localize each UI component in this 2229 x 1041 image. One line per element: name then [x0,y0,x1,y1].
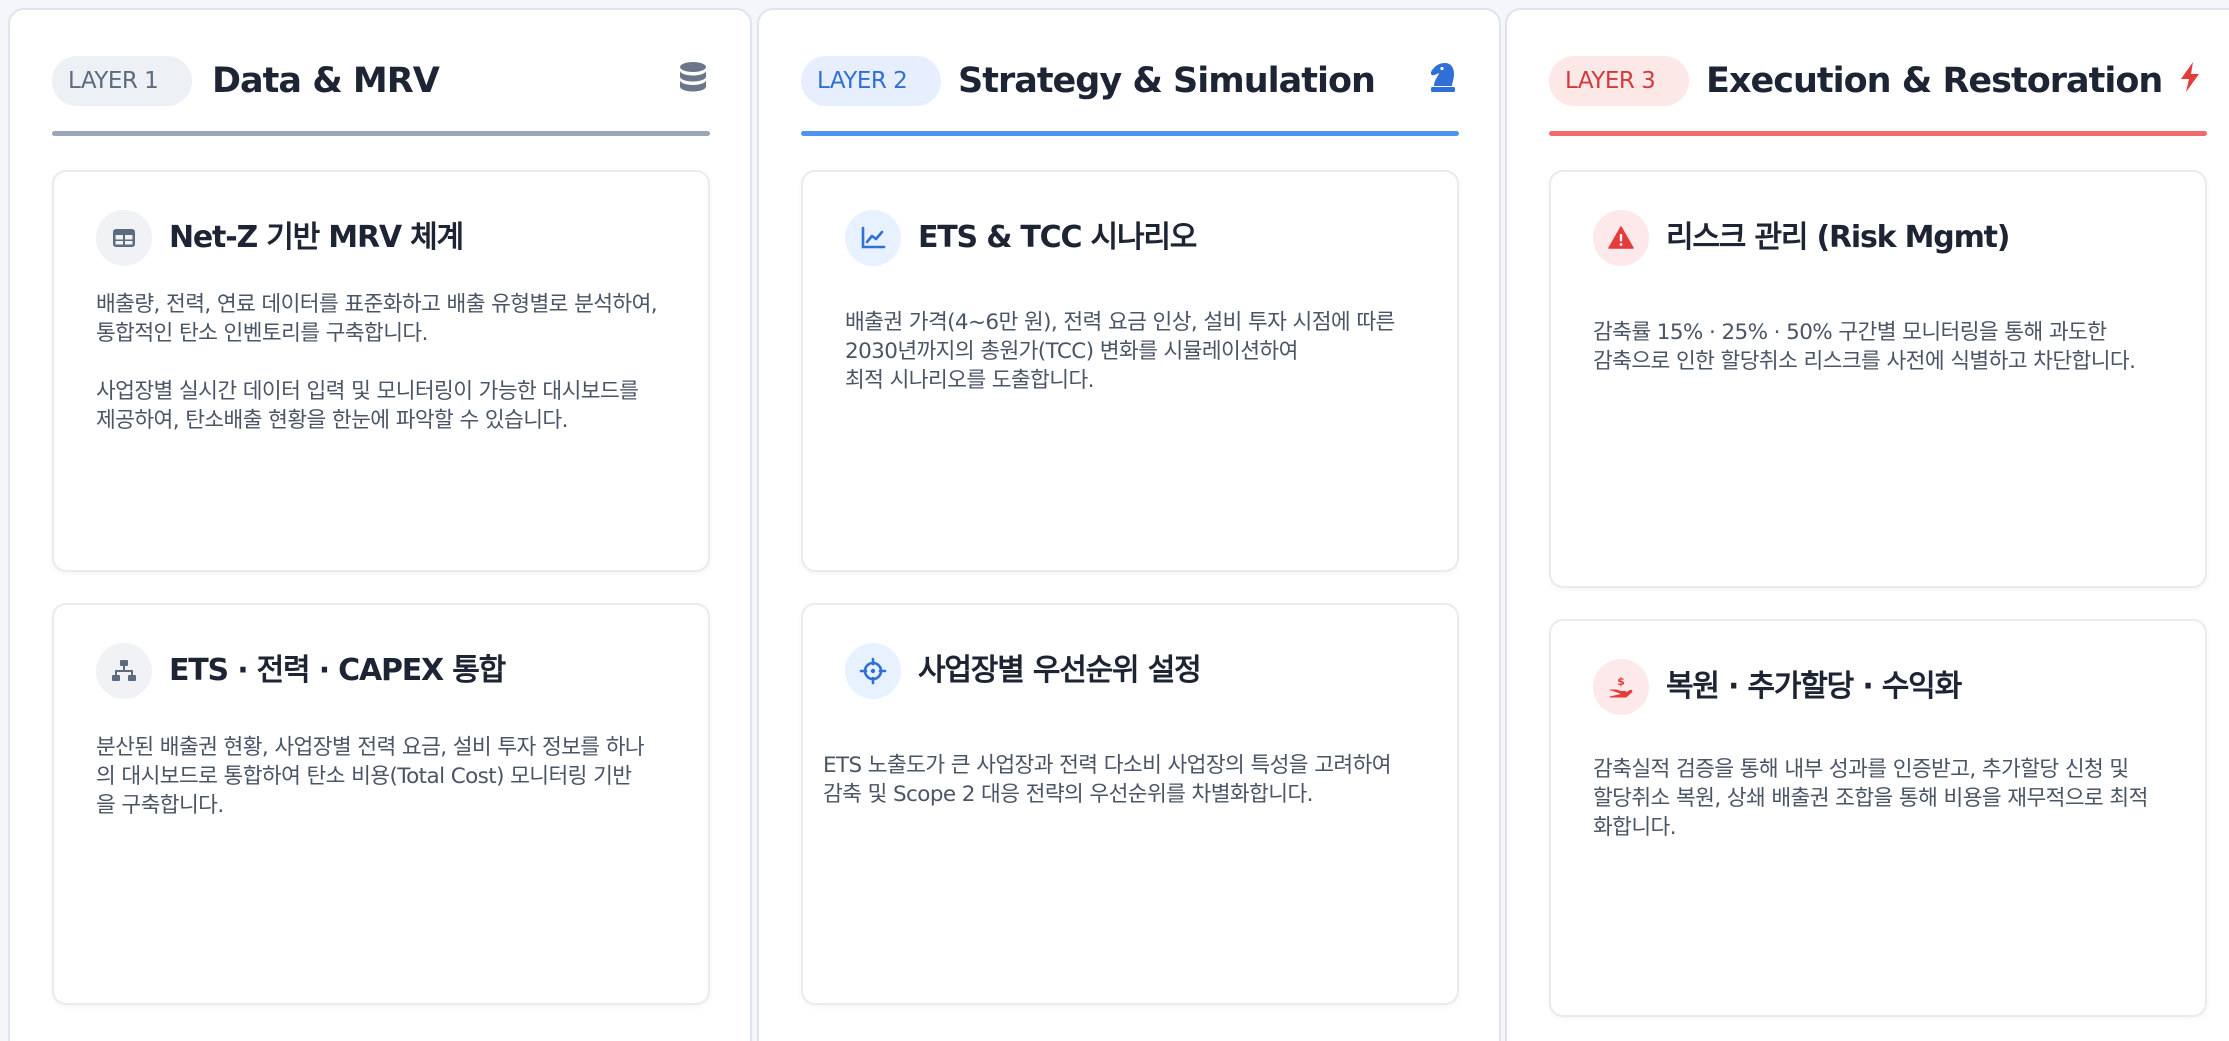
card-description: ETS 노출도가 큰 사업장과 전력 다소비 사업장의 특성을 고려하여 감축 … [823,751,1443,809]
chess-knight-icon [1425,60,1459,94]
card-site-priority[interactable]: 사업장별 우선순위 설정 ETS 노출도가 큰 사업장과 전력 다소비 사업장의… [801,603,1459,1005]
card-title: ETS & TCC 시나리오 [918,220,1197,255]
description-paragraph: 사업장별 실시간 데이터 입력 및 모니터링이 가능한 대시보드를 제공하여, … [96,379,639,433]
card-header: 사업장별 우선순위 설정 [845,643,1437,701]
header-divider [52,131,710,136]
header-divider [1549,131,2207,136]
bolt-icon [2173,60,2207,94]
layer-title: Data & MRV [212,61,440,101]
card-ets-power-capex[interactable]: ETS · 전력 · CAPEX 통합 분산된 배출권 현황, 사업장별 전력 … [52,603,710,1005]
description-paragraph: 감축실적 검증을 통해 내부 성과를 인증받고, 추가할당 신청 및 할당취소 … [1593,757,2148,840]
table-icon [96,210,152,266]
card-description: 감축실적 검증을 통해 내부 성과를 인증받고, 추가할당 신청 및 할당취소 … [1593,755,2191,842]
card-restoration-monetization[interactable]: $ 복원 · 추가할당 · 수익화 감축실적 검증을 통해 내부 성과를 인증받… [1549,619,2207,1017]
card-header: ETS & TCC 시나리오 [845,210,1437,268]
layer-3-header: LAYER 3 Execution & Restoration [1549,50,2207,136]
layer-1-header: LAYER 1 Data & MRV [52,50,710,136]
layer-title: Execution & Restoration [1706,61,2163,101]
card-risk-management[interactable]: 리스크 관리 (Risk Mgmt) 감축률 15% · 25% · 50% 구… [1549,170,2207,588]
card-header: ETS · 전력 · CAPEX 통합 [96,643,688,701]
card-title: 사업장별 우선순위 설정 [918,653,1202,688]
card-ets-tcc-scenario[interactable]: ETS & TCC 시나리오 배출권 가격(4~6만 원), 전력 요금 인상,… [801,170,1459,572]
layer-1-column: LAYER 1 Data & MRV Net-Z 기반 MRV 체계 배출량, … [8,8,752,1041]
database-icon [676,60,710,94]
description-paragraph: 감축률 15% · 25% · 50% 구간별 모니터링을 통해 과도한 감축으… [1593,320,2136,374]
layer-badge: LAYER 1 [52,56,193,106]
layer-title: Strategy & Simulation [958,61,1376,101]
card-description: 분산된 배출권 현황, 사업장별 전력 요금, 설비 투자 정보를 하나 의 대… [96,733,694,820]
layer-2-column: LAYER 2 Strategy & Simulation ETS & TCC … [757,8,1501,1041]
card-title: Net-Z 기반 MRV 체계 [169,220,464,255]
card-description: 배출권 가격(4~6만 원), 전력 요금 인상, 설비 투자 시점에 따른 2… [845,308,1443,395]
layer-2-header: LAYER 2 Strategy & Simulation [801,50,1459,136]
card-header: 리스크 관리 (Risk Mgmt) [1593,210,2185,268]
card-description: 배출량, 전력, 연료 데이터를 표준화하고 배출 유형별로 분석하여, 통합적… [96,290,694,435]
card-description: 감축률 15% · 25% · 50% 구간별 모니터링을 통해 과도한 감축으… [1593,318,2191,376]
card-header: $ 복원 · 추가할당 · 수익화 [1593,659,2185,717]
description-paragraph: 배출량, 전력, 연료 데이터를 표준화하고 배출 유형별로 분석하여, 통합적… [96,292,658,346]
description-paragraph: ETS 노출도가 큰 사업장과 전력 다소비 사업장의 특성을 고려하여 감축 … [823,753,1392,807]
card-title: 리스크 관리 (Risk Mgmt) [1666,220,2010,255]
sitemap-icon [96,643,152,699]
layer-badge: LAYER 3 [1549,56,1690,106]
card-title: 복원 · 추가할당 · 수익화 [1666,669,1962,704]
hand-dollar-icon: $ [1593,659,1649,715]
description-paragraph: 배출권 가격(4~6만 원), 전력 요금 인상, 설비 투자 시점에 따른 2… [845,310,1395,393]
card-mrv-system[interactable]: Net-Z 기반 MRV 체계 배출량, 전력, 연료 데이터를 표준화하고 배… [52,170,710,572]
header-divider [801,131,1459,136]
description-paragraph: 분산된 배출권 현황, 사업장별 전력 요금, 설비 투자 정보를 하나 의 대… [96,735,645,818]
svg-text:$: $ [1617,675,1625,688]
strategy-board: LAYER 1 Data & MRV Net-Z 기반 MRV 체계 배출량, … [0,0,2229,1041]
line-chart-icon [845,210,901,266]
card-header: Net-Z 기반 MRV 체계 [96,210,688,268]
crosshairs-icon [845,643,901,699]
layer-badge: LAYER 2 [801,56,942,106]
card-title: ETS · 전력 · CAPEX 통합 [169,653,506,688]
warning-icon [1593,210,1649,266]
layer-3-column: LAYER 3 Execution & Restoration 리스크 관리 (… [1505,8,2229,1041]
